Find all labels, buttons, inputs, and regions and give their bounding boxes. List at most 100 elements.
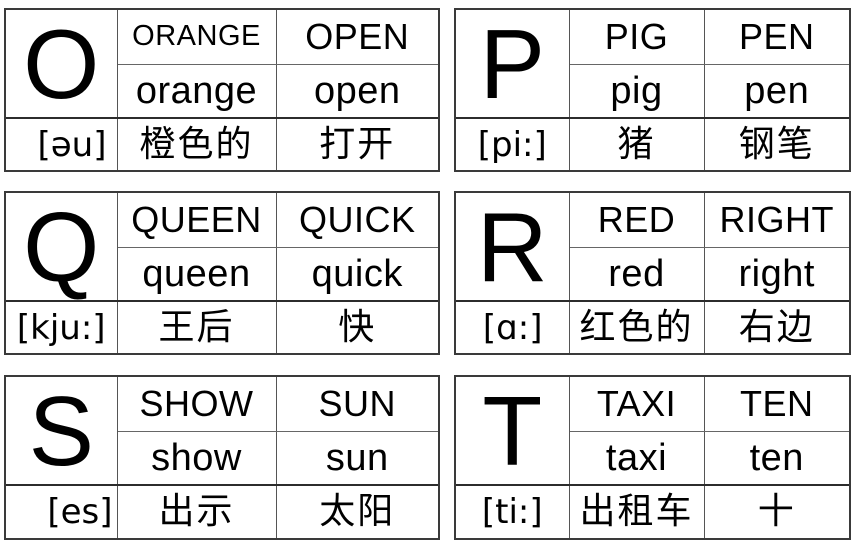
- lowercase-word: orange: [135, 69, 258, 112]
- letter-card-q: Q QUEEN QUICK queen quick [kju:] 王后 快: [4, 191, 440, 355]
- chinese-meaning: 红色的: [579, 306, 694, 348]
- uppercase-word: RIGHT: [719, 198, 834, 240]
- lowercase-word-cell: sun: [276, 431, 438, 486]
- uppercase-word-cell: OPEN: [276, 10, 438, 65]
- letter-card-table: O ORANGE OPEN orange open [əu] 橙色的 打开: [6, 10, 438, 170]
- phonetic: [əu]: [37, 124, 107, 165]
- chinese-meaning: 右边: [738, 306, 815, 348]
- big-letter-cell: O: [6, 10, 118, 119]
- uppercase-word: QUICK: [298, 198, 416, 240]
- uppercase-word-cell: TAXI: [569, 377, 705, 432]
- phonetic-cell: [es]: [6, 485, 118, 538]
- letter-card-o: O ORANGE OPEN orange open [əu] 橙色的 打开: [4, 8, 440, 172]
- uppercase-word: OPEN: [305, 15, 410, 57]
- uppercase-word: PEN: [738, 15, 815, 57]
- lowercase-word: pig: [610, 69, 663, 112]
- lowercase-word: quick: [311, 252, 403, 295]
- chinese-meaning-cell: 红色的: [569, 301, 705, 353]
- chinese-meaning: 出租车: [579, 491, 694, 532]
- uppercase-word-cell: TEN: [704, 377, 849, 432]
- big-letter-cell: P: [456, 10, 570, 119]
- lowercase-word-cell: open: [276, 64, 438, 119]
- uppercase-word: TAXI: [596, 382, 677, 424]
- big-letter: S: [28, 377, 94, 485]
- big-letter-cell: T: [456, 377, 570, 486]
- lowercase-word: pen: [744, 69, 810, 112]
- lowercase-word: taxi: [605, 436, 668, 479]
- letter-card-table: S SHOW SUN show sun [es] 出示 太阳: [6, 377, 438, 538]
- uppercase-word-cell: RED: [569, 193, 705, 248]
- uppercase-word-cell: RIGHT: [704, 193, 849, 248]
- uppercase-word-cell: QUICK: [276, 193, 438, 248]
- chinese-meaning: 太阳: [319, 491, 396, 532]
- letter-card-p: P PIG PEN pig pen [pi:] 猪 钢笔: [454, 8, 851, 172]
- lowercase-word: ten: [749, 436, 804, 479]
- letter-card-s: S SHOW SUN show sun [es] 出示 太阳: [4, 375, 440, 540]
- big-letter-cell: Q: [6, 193, 118, 302]
- chinese-meaning-cell: 橙色的: [117, 118, 277, 170]
- phonetic-cell: [kju:]: [6, 301, 118, 353]
- chinese-meaning-cell: 太阳: [276, 485, 438, 538]
- chinese-meaning-cell: 右边: [704, 301, 849, 353]
- chinese-meaning: 打开: [319, 123, 396, 165]
- big-letter: O: [23, 10, 100, 118]
- chinese-meaning-cell: 王后: [117, 301, 277, 353]
- chinese-meaning-cell: 猪: [569, 118, 705, 170]
- uppercase-word: SUN: [318, 382, 396, 424]
- letter-card-table: Q QUEEN QUICK queen quick [kju:] 王后 快: [6, 193, 438, 353]
- lowercase-word: sun: [325, 436, 389, 479]
- chinese-meaning: 王后: [158, 306, 235, 348]
- uppercase-word: SHOW: [139, 382, 254, 424]
- lowercase-word: open: [313, 69, 401, 112]
- chinese-meaning-cell: 出租车: [569, 485, 705, 538]
- phonetic: [ti:]: [481, 492, 543, 532]
- uppercase-word: QUEEN: [131, 198, 262, 240]
- chinese-meaning: 钢笔: [738, 123, 815, 165]
- lowercase-word-cell: orange: [117, 64, 277, 119]
- lowercase-word: red: [608, 252, 665, 295]
- uppercase-word-cell: QUEEN: [117, 193, 277, 248]
- phonetic-cell: [pi:]: [456, 118, 570, 170]
- phonetic: [es]: [47, 492, 113, 532]
- uppercase-word-cell: ORANGE: [117, 10, 277, 65]
- uppercase-word: PIG: [604, 15, 669, 57]
- lowercase-word: right: [738, 252, 815, 295]
- uppercase-word: TEN: [740, 382, 814, 424]
- chinese-meaning-cell: 快: [276, 301, 438, 353]
- phonetic: [pi:]: [477, 124, 547, 165]
- lowercase-word-cell: ten: [704, 431, 849, 486]
- lowercase-word-cell: taxi: [569, 431, 705, 486]
- big-letter: T: [482, 377, 543, 485]
- phonetic-cell: [ti:]: [456, 485, 570, 538]
- letter-card-t: T TAXI TEN taxi ten [ti:] 出租车 十: [454, 375, 851, 540]
- phonetic-cell: [ɑ:]: [456, 301, 570, 353]
- lowercase-word-cell: red: [569, 247, 705, 302]
- chinese-meaning-cell: 出示: [117, 485, 277, 538]
- lowercase-word-cell: pen: [704, 64, 849, 119]
- uppercase-word-cell: SHOW: [117, 377, 277, 432]
- lowercase-word: show: [151, 436, 242, 479]
- big-letter: R: [476, 193, 548, 301]
- phonetic: [kju:]: [16, 307, 106, 348]
- lowercase-word-cell: queen: [117, 247, 277, 302]
- lowercase-word-cell: right: [704, 247, 849, 302]
- lowercase-word: queen: [142, 252, 251, 295]
- chinese-meaning: 十: [757, 491, 796, 532]
- big-letter: Q: [23, 193, 100, 301]
- uppercase-word-cell: PEN: [704, 10, 849, 65]
- chinese-meaning: 猪: [617, 123, 656, 165]
- uppercase-word: RED: [597, 198, 676, 240]
- letter-card-table: T TAXI TEN taxi ten [ti:] 出租车 十: [456, 377, 849, 538]
- chinese-meaning-cell: 打开: [276, 118, 438, 170]
- letter-card-table: P PIG PEN pig pen [pi:] 猪 钢笔: [456, 10, 849, 170]
- chinese-meaning: 橙色的: [139, 123, 254, 165]
- big-letter-cell: R: [456, 193, 570, 302]
- letter-card-r: R RED RIGHT red right [ɑ:] 红色的 右边: [454, 191, 851, 355]
- chinese-meaning-cell: 钢笔: [704, 118, 849, 170]
- uppercase-word-cell: PIG: [569, 10, 705, 65]
- chinese-meaning-cell: 十: [704, 485, 849, 538]
- uppercase-word: ORANGE: [132, 20, 261, 53]
- phonetic-cell: [əu]: [6, 118, 118, 170]
- lowercase-word-cell: show: [117, 431, 277, 486]
- chinese-meaning: 快: [338, 306, 377, 348]
